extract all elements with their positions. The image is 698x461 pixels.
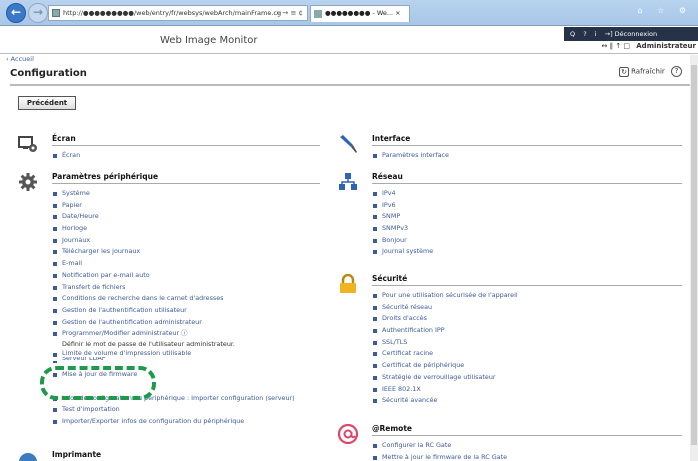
tab-label: ●●●●●●●● - We... × [325, 9, 401, 17]
link-telecharger-journaux[interactable]: Télécharger les journaux [52, 246, 295, 258]
user-toolbar: Q ? i →] Déconnexion [564, 27, 698, 41]
link-configurer-rc-gate[interactable]: Configurer la RC Gate [372, 440, 507, 452]
section-items: Écran [52, 150, 80, 162]
firmware-highlight-callout [40, 366, 156, 400]
link-ieee-8021x[interactable]: IEEE 802.1X [372, 384, 518, 396]
section-title: Sécurité [372, 274, 408, 283]
address-tools[interactable]: ⌕ → ≡ ¢ [276, 6, 303, 20]
section-title: Imprimante [52, 450, 102, 459]
link-papier[interactable]: Papier [52, 200, 295, 212]
link-mettre-a-jour-rc-gate[interactable]: Mettre à jour le firmware de la RC Gate [372, 452, 507, 461]
link-securite-avancee[interactable]: Sécurité avancée [372, 395, 518, 407]
link-certificat-peripherique[interactable]: Certificat de périphérique [372, 360, 518, 372]
link-ipv4[interactable]: IPv4 [372, 188, 433, 200]
link-email[interactable]: E-mail [52, 258, 295, 270]
section-title: Écran [52, 134, 76, 143]
refresh-icon[interactable]: ↻ [619, 66, 630, 77]
printer-icon [19, 453, 37, 461]
browser-tab[interactable]: ●●●●●●●● - We... × [310, 5, 410, 22]
divider [0, 53, 698, 54]
previous-button[interactable]: Précédent [18, 96, 76, 110]
section-items: IPv4 IPv6 SNMP SNMPv3 Bonjour Journal sy… [372, 188, 433, 258]
app-header: Web Image Monitor Q ? i →] Déconnexion ↔… [0, 27, 698, 55]
link-auth-utilisateur[interactable]: Gestion de l'authentification utilisateu… [52, 305, 295, 317]
link-importer-exporter[interactable]: Importer/Exporter infos de configuration… [52, 416, 295, 428]
link-ecran[interactable]: Écran [52, 150, 80, 162]
tab-favicon-icon [314, 10, 322, 18]
user-status: ↔ ∥ ↑ □ Administrateur [602, 42, 697, 50]
link-date-heure[interactable]: Date/Heure [52, 211, 295, 223]
section-title: @Remote [372, 424, 413, 433]
link-journal-systeme[interactable]: Journal système [372, 246, 433, 258]
gear-icon [19, 173, 37, 191]
link-snmp[interactable]: SNMP [372, 211, 433, 223]
page-favicon-icon [52, 9, 60, 17]
link-droits-acces[interactable]: Droits d'accès [372, 313, 518, 325]
link-authentification-ipp[interactable]: Authentification IPP [372, 325, 518, 337]
section-items: Configurer la RC Gate Mettre à jour le f… [372, 440, 507, 461]
logout-link[interactable]: →] Déconnexion [605, 30, 657, 38]
search-icon[interactable]: Q [570, 30, 575, 38]
address-bar[interactable]: http://●●●●●●●●●/web/entry/fr/websys/web… [48, 5, 308, 21]
info-icon[interactable]: i [595, 30, 597, 38]
network-icon [339, 173, 357, 190]
back-button[interactable]: ← [6, 3, 26, 23]
link-utilisation-securisee[interactable]: Pour une utilisation sécurisée de l'appa… [372, 290, 518, 302]
link-strategie-verrouillage[interactable]: Stratégie de verrouillage utilisateur [372, 372, 518, 384]
refresh-area: ↻ Rafraîchir ? [619, 66, 682, 77]
link-serveur-ldap[interactable]: Serveur LDAP [52, 357, 295, 363]
link-parametres-interface[interactable]: Paramètres interface [372, 150, 449, 162]
link-ipv6[interactable]: IPv6 [372, 200, 433, 212]
link-snmpv3[interactable]: SNMPv3 [372, 223, 433, 235]
divider [52, 183, 320, 184]
help-icon[interactable]: ? [583, 30, 586, 38]
divider [372, 183, 682, 184]
padlock-icon [340, 274, 356, 293]
link-horloge[interactable]: Horloge [52, 223, 295, 235]
page-title: Configuration [10, 68, 87, 79]
refresh-link[interactable]: Rafraîchir [631, 68, 665, 76]
browser-titlebar: ← → http://●●●●●●●●●/web/entry/fr/websys… [0, 0, 698, 26]
divider [372, 145, 682, 146]
app-title: Web Image Monitor [160, 35, 258, 46]
link-conditions-recherche[interactable]: Conditions de recherche dans le carnet d… [52, 293, 295, 305]
link-notification-email[interactable]: Notification par e-mail auto [52, 270, 295, 282]
monitor-gear-icon [18, 136, 37, 152]
user-label: Administrateur [636, 42, 696, 50]
link-certificat-racine[interactable]: Certificat racine [372, 348, 518, 360]
section-items: Paramètres interface [372, 150, 449, 162]
link-systeme[interactable]: Système [52, 188, 295, 200]
page-header: Configuration ↻ Rafraîchir ? [10, 62, 692, 86]
section-title: Paramètres périphérique [52, 172, 159, 181]
divider [372, 435, 682, 436]
divider [52, 145, 320, 146]
section-items: Pour une utilisation sécurisée de l'appa… [372, 290, 518, 407]
link-programmer-administrateur[interactable]: Programmer/Modifier administrateur ⓘ [52, 328, 295, 340]
tooltip-note: Définir le mot de passe de l'utilisateur… [62, 339, 235, 348]
link-test-importation[interactable]: Test d'importation [52, 404, 295, 416]
user-status-icons[interactable]: ↔ ∥ ↑ □ [602, 42, 631, 50]
section-title: Interface [372, 134, 411, 143]
divider [372, 285, 682, 286]
link-bonjour[interactable]: Bonjour [372, 235, 433, 247]
help-icon[interactable]: ? [671, 66, 682, 77]
cable-plug-icon [340, 135, 357, 153]
link-ssl-tls[interactable]: SSL/TLS [372, 337, 518, 349]
window-controls[interactable]: ⌂ ☆ ⚙ [637, 6, 692, 15]
at-sign-icon [338, 424, 358, 444]
link-journaux[interactable]: Journaux [52, 235, 295, 247]
link-auth-administrateur[interactable]: Gestion de l'authentification administra… [52, 317, 295, 329]
address-text: http://●●●●●●●●●/web/entry/fr/websys/web… [63, 9, 282, 17]
link-transfert-fichiers[interactable]: Transfert de fichiers [52, 282, 295, 294]
link-securite-reseau[interactable]: Sécurité réseau [372, 302, 518, 314]
vertical-scrollbar[interactable] [690, 55, 698, 461]
link-limite-volume[interactable]: Limite de volume d'impression utilisable [52, 349, 295, 357]
section-title: Réseau [372, 172, 403, 181]
scrollbar-thumb[interactable] [691, 65, 697, 445]
forward-button[interactable]: → [28, 3, 48, 23]
